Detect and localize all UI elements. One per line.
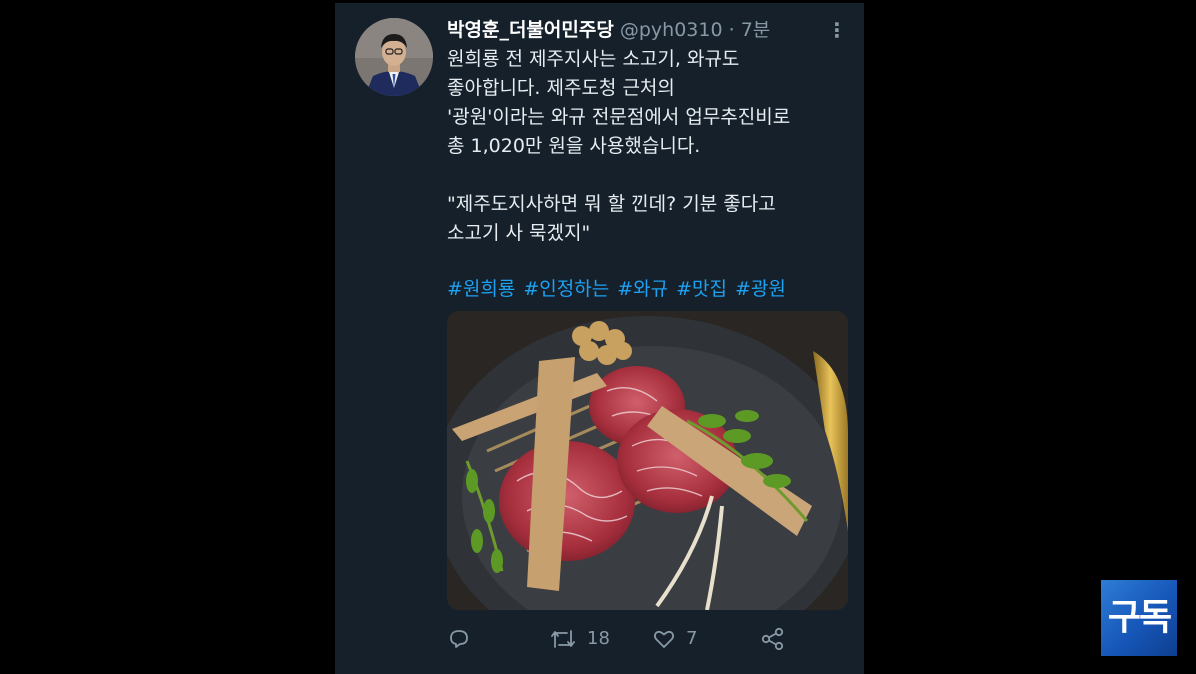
share-icon [761,627,784,651]
share-button[interactable] [760,627,786,651]
tweet-text-line: 원희룡 전 제주지사는 소고기, 와규도 [447,48,740,70]
hashtag-link[interactable]: #와규 [617,278,668,300]
reply-icon [450,630,468,648]
author-name[interactable]: 박영훈_더불어민주당 [447,19,614,41]
tweet-header: 박영훈_더불어민주당 @pyh0310 · 7분 [447,17,827,43]
hashtag-link[interactable]: #광원 [735,278,786,300]
hashtag-link[interactable]: #인정하는 [523,278,609,300]
heart-icon [653,630,675,648]
hashtag-link[interactable]: #맛집 [676,278,727,300]
tweet-time[interactable]: 7분 [741,19,771,41]
tweet-text-line: 좋아합니다. 제주도청 근처의 [447,77,675,99]
wagyu-plate-image [447,311,848,610]
tweet-photo[interactable] [447,311,848,610]
retweet-count: 18 [587,628,610,649]
retweet-icon [551,630,575,648]
tweet-card: 박영훈_더불어민주당 @pyh0310 · 7분 ⋮ 원희룡 전 제주지사는 소… [335,3,864,674]
retweet-button[interactable]: 18 [549,627,610,651]
reply-button[interactable] [447,627,471,651]
like-count: 7 [686,628,698,649]
more-vertical-icon[interactable]: ⋮ [827,17,847,43]
tweet-text: 원희룡 전 제주지사는 소고기, 와규도 좋아합니다. 제주도청 근처의 '광원… [447,45,847,248]
author-handle[interactable]: @pyh0310 [620,19,723,41]
tweet-text-line: "제주도지사하면 뭐 할 낀데? 기분 좋다고 [447,193,776,215]
tweet-text-line: '광원'이라는 와규 전문점에서 업무추진비로 [447,106,791,128]
tweet-actions: 18 7 [447,623,847,659]
avatar-portrait [355,18,433,96]
like-button[interactable]: 7 [652,627,697,651]
tweet-text-line: 소고기 사 묵겠지" [447,222,591,244]
hashtag-list: #원희룡 #인정하는 #와규 #맛집 #광원 [447,275,847,304]
author-avatar[interactable] [355,18,433,96]
header-separator: · [728,19,735,41]
subscribe-badge[interactable]: 구독 [1101,580,1177,656]
hashtag-link[interactable]: #원희룡 [447,278,515,300]
tweet-text-line: 총 1,020만 원을 사용했습니다. [447,135,701,157]
